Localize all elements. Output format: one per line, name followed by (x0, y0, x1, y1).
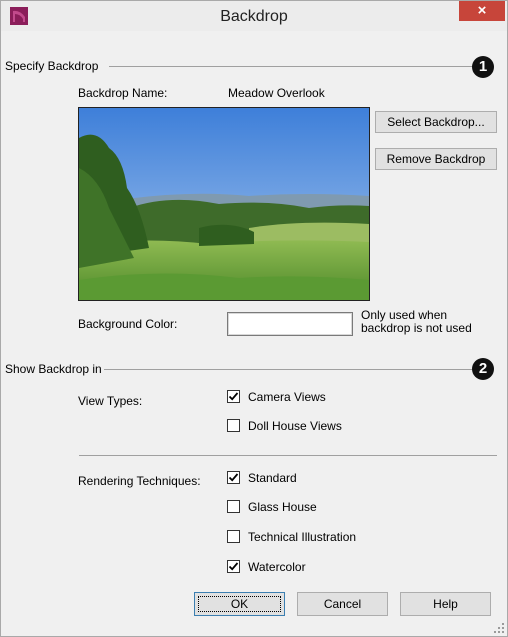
background-color-note-line2: backdrop is not used (361, 321, 472, 335)
close-icon: × (477, 2, 487, 19)
section-separator (79, 455, 497, 456)
checkbox-label: Standard (248, 471, 297, 485)
show-backdrop-group-label: Show Backdrop in (5, 362, 102, 376)
checkmark-icon (228, 562, 239, 571)
group-divider (104, 369, 473, 370)
checkbox-label: Technical Illustration (248, 530, 357, 544)
background-color-note: Only used when backdrop is not used (361, 309, 472, 335)
ok-button[interactable]: OK (194, 592, 285, 616)
title-bar[interactable]: Backdrop × (1, 1, 507, 31)
checkbox-label: Watercolor (248, 560, 306, 574)
specify-backdrop-group-label: Specify Backdrop (5, 59, 99, 73)
checkmark-icon (228, 473, 239, 482)
checkbox-box[interactable] (227, 560, 240, 573)
checkbox-box[interactable] (227, 471, 240, 484)
resize-grip-icon[interactable] (494, 623, 504, 633)
focus-rectangle (198, 596, 281, 612)
group-divider (109, 66, 473, 67)
background-color-label: Background Color: (78, 317, 178, 331)
backdrop-name-value: Meadow Overlook (228, 86, 325, 100)
view-types-label: View Types: (78, 394, 143, 408)
checkbox-box[interactable] (227, 419, 240, 432)
checkbox-label: Glass House (248, 500, 317, 514)
select-backdrop-button[interactable]: Select Backdrop... (375, 111, 497, 133)
checkbox-box[interactable] (227, 530, 240, 543)
remove-backdrop-button[interactable]: Remove Backdrop (375, 148, 497, 170)
checkbox-label: Camera Views (248, 390, 326, 404)
checkmark-icon (228, 392, 239, 401)
checkbox-box[interactable] (227, 390, 240, 403)
cancel-button[interactable]: Cancel (297, 592, 388, 616)
callout-badge-1: 1 (472, 56, 494, 78)
help-button[interactable]: Help (400, 592, 491, 616)
checkbox-label: Doll House Views (248, 419, 342, 433)
background-color-swatch[interactable] (227, 312, 353, 336)
close-button[interactable]: × (459, 1, 505, 21)
rendering-techniques-label: Rendering Techniques: (78, 474, 201, 488)
checkbox-box[interactable] (227, 500, 240, 513)
backdrop-name-label: Backdrop Name: (78, 86, 168, 100)
meadow-landscape-image (78, 107, 370, 301)
callout-badge-2: 2 (472, 358, 494, 380)
backdrop-dialog: Backdrop × Specify Backdrop 1 Backdrop N… (0, 0, 508, 637)
window-title: Backdrop (220, 8, 288, 25)
